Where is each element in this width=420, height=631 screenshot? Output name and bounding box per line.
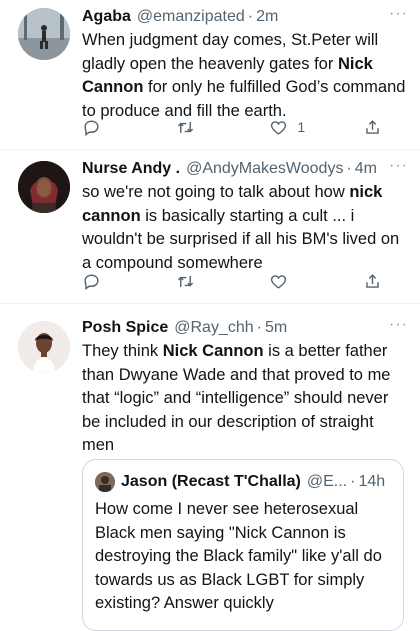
like-count: 1 <box>297 119 306 135</box>
tweet-text-part: so we're not going to talk about how <box>82 183 350 201</box>
avatar[interactable] <box>18 8 70 60</box>
reply-icon <box>84 273 99 290</box>
avatar[interactable] <box>18 161 70 213</box>
share-button[interactable] <box>363 118 382 137</box>
handle[interactable]: @emanzipated <box>137 6 245 28</box>
timestamp[interactable]: 4m <box>355 158 377 180</box>
quoted-timestamp: 14h <box>358 473 386 490</box>
quoted-tweet-text: How come I never see heterosexual Black … <box>95 500 382 612</box>
tweet[interactable]: Posh Spice @Ray_chh · 5m ··· They think … <box>0 304 420 631</box>
timestamp[interactable]: 5m <box>265 317 287 339</box>
share-icon <box>366 273 379 288</box>
handle[interactable]: @Ray_chh <box>174 317 253 339</box>
display-name[interactable]: Posh Spice <box>82 317 168 339</box>
more-icon[interactable]: ··· <box>389 6 408 22</box>
tweet-text: so we're not going to talk about how nic… <box>82 181 408 275</box>
quoted-display-name: Jason (Recast T'Challa) <box>121 473 301 490</box>
retweet-icon <box>177 121 193 133</box>
more-icon[interactable]: ··· <box>389 317 408 333</box>
share-button[interactable] <box>363 272 382 291</box>
heart-icon <box>271 120 287 135</box>
tweet[interactable]: Agaba @emanzipated · 2m ··· When judgmen… <box>0 0 420 150</box>
reply-icon <box>84 119 99 136</box>
quoted-handle: @E... <box>306 473 348 490</box>
tweet-text-highlight: Nick Cannon <box>162 342 264 360</box>
timestamp[interactable]: 2m <box>256 6 278 28</box>
tweet-text: They think Nick Cannon is a better fathe… <box>82 340 408 458</box>
tweet-text-part: They think <box>82 342 163 360</box>
handle[interactable]: @AndyMakesWoodys <box>186 158 343 180</box>
tweet-text-part: When judgment day comes, St.Peter will g… <box>82 31 379 73</box>
separator-dot: · <box>350 473 356 490</box>
display-name[interactable]: Agaba <box>82 6 131 28</box>
more-icon[interactable]: ··· <box>389 158 408 174</box>
separator-dot: · <box>247 8 254 25</box>
quoted-avatar <box>95 472 115 492</box>
share-icon <box>366 119 379 134</box>
action-bar: 1 <box>82 115 382 139</box>
tweet[interactable]: Nurse Andy . @AndyMakesWoodys · 4m ··· s… <box>0 150 420 304</box>
separator-dot: · <box>256 319 262 336</box>
action-bar <box>82 269 382 293</box>
retweet-button[interactable] <box>176 272 236 291</box>
like-button[interactable]: 1 <box>269 118 329 137</box>
like-button[interactable] <box>269 272 329 291</box>
separator-dot: · <box>346 160 352 177</box>
tweet-text: When judgment day comes, St.Peter will g… <box>82 29 408 123</box>
retweet-button[interactable] <box>176 118 236 137</box>
retweet-icon <box>177 275 193 287</box>
reply-button[interactable] <box>82 272 142 291</box>
avatar[interactable] <box>18 321 70 373</box>
quoted-tweet[interactable]: Jason (Recast T'Challa) @E... · 14h How … <box>82 459 404 631</box>
reply-button[interactable] <box>82 118 142 137</box>
heart-icon <box>271 274 287 289</box>
display-name[interactable]: Nurse Andy . <box>82 158 180 180</box>
